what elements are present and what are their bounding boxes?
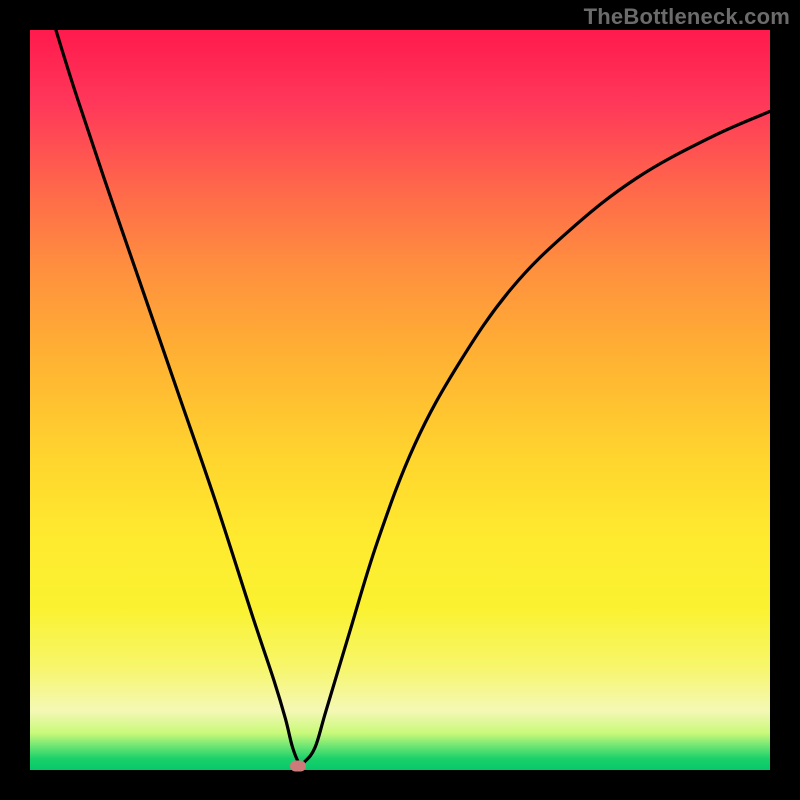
chart-frame: TheBottleneck.com [0, 0, 800, 800]
watermark-text: TheBottleneck.com [584, 4, 790, 30]
plot-area [30, 30, 770, 770]
bottleneck-curve [30, 30, 770, 770]
minimum-marker [290, 760, 306, 771]
